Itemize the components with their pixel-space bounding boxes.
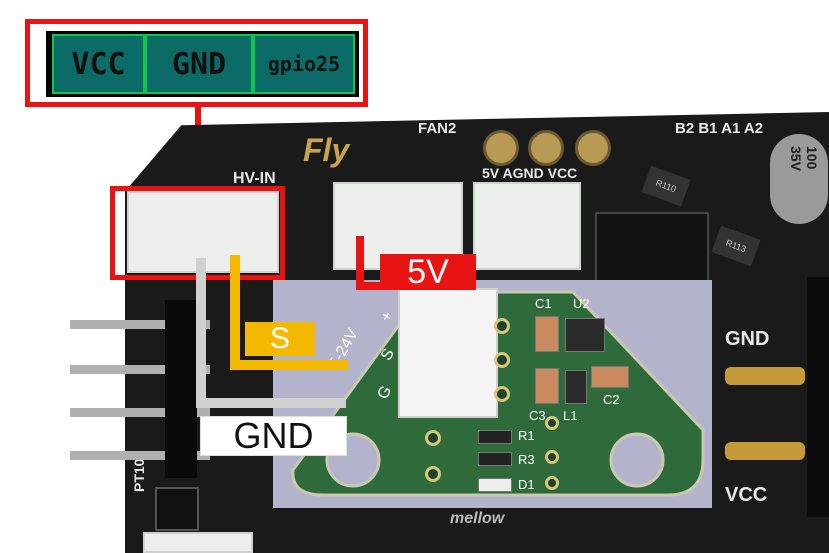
gnd-callout-label: GND (200, 415, 347, 456)
part-c2 (591, 366, 629, 388)
fan-pad-vcc (575, 130, 611, 166)
part-c3 (535, 368, 559, 404)
sensor-connector (398, 288, 498, 418)
pad-hole-2 (425, 466, 441, 482)
capacitor-label: 100 35V (788, 146, 820, 171)
pin-gnd: GND (145, 34, 253, 94)
jumper (155, 487, 199, 531)
fan-pad-5v (483, 130, 519, 166)
bottom-label: mellow (450, 510, 505, 527)
side-connector (807, 277, 829, 517)
part-r3 (478, 452, 512, 466)
pcb-label-r3: R3 (518, 452, 535, 467)
pcb-label-u2: U2 (573, 296, 590, 311)
pcb-label-r1: R1 (518, 428, 535, 443)
signal-wire-horizontal (230, 360, 348, 370)
gnd-wire-vertical (196, 258, 206, 408)
fan-pin-labels: 5V AGND VCC (482, 165, 578, 181)
chip-r110: R110 (641, 165, 691, 207)
pcb-label-c2: C2 (603, 392, 620, 407)
sensor-pcb-frame: + S G 5-24V C1 U2 C2 C3 L1 R1 R3 D1 (273, 280, 712, 508)
pad-hole-1 (425, 430, 441, 446)
part-l1 (565, 370, 587, 404)
power-wire-vertical (356, 236, 364, 288)
part-u2 (565, 318, 605, 352)
gold-pin-2 (725, 442, 805, 460)
header-block (165, 300, 197, 478)
gold-pin-1 (725, 367, 805, 385)
chip-r113: R113 (711, 225, 761, 267)
fan-label: FAN2 (418, 120, 457, 137)
pad-g (494, 386, 510, 402)
motor-labels: B2 B1 A1 A2 (675, 120, 764, 137)
fan-pad-agnd (528, 130, 564, 166)
pcb-label-d1: D1 (518, 477, 535, 492)
pcb-label-c1: C1 (535, 296, 552, 311)
gnd-wire-horizontal (196, 398, 346, 408)
bottom-connector (143, 532, 253, 553)
part-d1 (478, 478, 512, 492)
capacitor: 100 35V (770, 134, 828, 224)
signal-callout-label: S (245, 322, 315, 356)
side-gnd-label: GND (725, 328, 770, 350)
pcb-label-l1: L1 (563, 408, 578, 423)
part-c1 (535, 316, 559, 352)
pin-gpio25: gpio25 (253, 34, 355, 94)
part-r1 (478, 430, 512, 444)
fan-connector-2 (473, 182, 581, 270)
power-callout-label: 5V (380, 253, 476, 291)
pin-header: VCC GND gpio25 (46, 31, 359, 97)
side-vcc-label: VCC (725, 484, 768, 506)
brand-label: Fly (303, 132, 350, 168)
signal-wire-vertical (230, 255, 240, 370)
pin-vcc: VCC (52, 34, 145, 94)
pad-d1 (545, 476, 559, 490)
pcb-label-c3: C3 (529, 408, 546, 423)
pad-s (494, 352, 510, 368)
pad-r3 (545, 450, 559, 464)
pad-plus (494, 318, 510, 334)
pad-r1 (545, 416, 559, 430)
